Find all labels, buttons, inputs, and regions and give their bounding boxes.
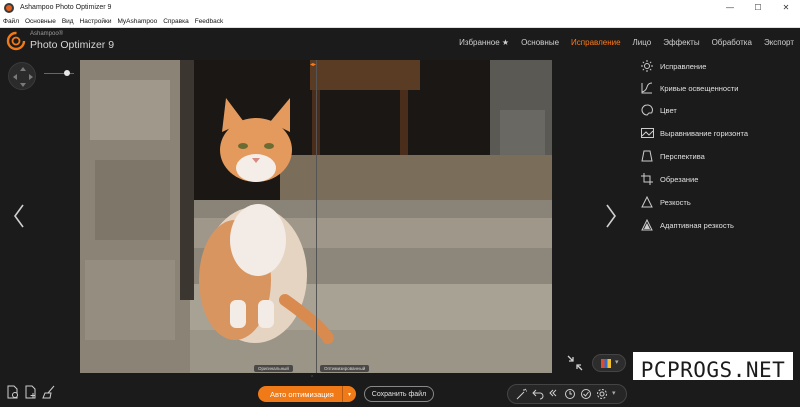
tab-face[interactable]: Лицо xyxy=(633,38,652,47)
panel-item-label: Адаптивная резкость xyxy=(660,220,734,230)
pan-navigation-pad[interactable] xyxy=(8,62,36,90)
original-label: Оригинальный xyxy=(254,365,293,372)
auto-optimize-button[interactable]: Авто оптимизация ▾ xyxy=(258,386,356,402)
previous-image-button[interactable] xyxy=(12,202,26,230)
next-image-button[interactable] xyxy=(604,202,618,230)
edit-tools-group: ▾ xyxy=(507,384,627,404)
menu-myashampoo[interactable]: MyAshampoo xyxy=(117,18,157,25)
undo-icon[interactable] xyxy=(532,388,544,400)
panel-item-label: Цвет xyxy=(660,105,677,115)
crop-icon xyxy=(638,172,656,186)
pan-arrows-icon xyxy=(13,67,33,87)
compare-divider[interactable] xyxy=(316,60,317,373)
add-file-icon[interactable] xyxy=(24,385,38,399)
brand-title: Photo Optimizer 9 xyxy=(30,39,115,51)
main-tabs: Избранное ★ Основные Исправление Лицо Эф… xyxy=(447,38,794,47)
chevron-right-icon xyxy=(606,204,616,228)
panel-item-crop[interactable]: Обрезание xyxy=(632,169,800,189)
photo-canvas[interactable]: ◂▸ Оригинальный Оптимизированный xyxy=(80,60,552,373)
menu-help[interactable]: Справка xyxy=(163,18,189,25)
perspective-icon xyxy=(638,149,656,163)
panel-item-label: Выравнивание горизонта xyxy=(660,128,749,138)
compare-mode-button[interactable]: ▾ xyxy=(592,354,626,372)
undo-all-icon[interactable] xyxy=(548,388,560,400)
brand-subtitle: Ashampoo® xyxy=(30,31,64,37)
auto-optimize-label: Авто оптимизация xyxy=(270,389,334,399)
chevron-down-icon: ▾ xyxy=(615,359,619,366)
panel-item-sharpness[interactable]: Резкость xyxy=(632,192,800,212)
panel-item-label: Резкость xyxy=(660,197,691,207)
zoom-slider-knob[interactable] xyxy=(64,70,70,76)
panel-item-horizon[interactable]: Выравнивание горизонта xyxy=(632,123,800,143)
tab-favorites[interactable]: Избранное ★ xyxy=(459,38,509,47)
history-icon[interactable] xyxy=(564,388,576,400)
tab-processing[interactable]: Обработка xyxy=(712,38,752,47)
sharpness-icon xyxy=(638,195,656,209)
gear-icon[interactable] xyxy=(596,388,608,400)
palette-icon xyxy=(638,103,656,117)
menu-view[interactable]: Вид xyxy=(62,18,74,25)
clear-broom-icon[interactable] xyxy=(42,385,56,399)
maximize-button[interactable]: ☐ xyxy=(744,0,772,15)
tab-correction[interactable]: Исправление xyxy=(571,38,621,47)
open-file-icon[interactable] xyxy=(6,385,20,399)
save-file-label: Сохранить файл xyxy=(371,390,427,398)
panel-collapse-handle[interactable]: ⌃ xyxy=(310,375,322,381)
magic-wand-icon[interactable] xyxy=(516,388,528,400)
compare-handle-icon[interactable]: ◂▸ xyxy=(310,61,316,68)
ashampoo-logo-icon xyxy=(6,31,26,51)
panel-item-label: Перспектива xyxy=(660,151,705,161)
title-bar: Ashampoo Photo Optimizer 9 — ☐ ✕ xyxy=(0,0,800,15)
compare-mode-icon xyxy=(601,359,611,368)
panel-item-perspective[interactable]: Перспектива xyxy=(632,146,800,166)
adaptive-sharpness-icon xyxy=(638,218,656,232)
curves-icon xyxy=(638,81,656,95)
panel-item-curves[interactable]: Кривые освещенности xyxy=(632,78,800,98)
menu-basic[interactable]: Основные xyxy=(25,18,56,25)
save-file-button[interactable]: Сохранить файл xyxy=(364,386,434,402)
close-button[interactable]: ✕ xyxy=(772,0,800,15)
app-icon xyxy=(4,2,14,13)
window-title: Ashampoo Photo Optimizer 9 xyxy=(20,4,112,11)
sun-icon xyxy=(638,59,656,73)
panel-item-label: Исправление xyxy=(660,61,707,71)
app-window: Ashampoo Photo Optimizer 9 — ☐ ✕ Файл Ос… xyxy=(0,0,800,407)
watermark-text: PCPROGS.NET xyxy=(640,358,786,382)
panel-item-label: Кривые освещенности xyxy=(660,83,739,93)
menu-bar: Файл Основные Вид Настройки MyAshampoo С… xyxy=(0,15,800,28)
check-icon[interactable] xyxy=(580,388,592,400)
menu-feedback[interactable]: Feedback xyxy=(195,18,224,25)
chevron-down-icon[interactable]: ▾ xyxy=(612,389,616,397)
tab-basic[interactable]: Основные xyxy=(521,38,559,47)
panel-item-correction[interactable]: Исправление xyxy=(632,56,800,76)
menu-settings[interactable]: Настройки xyxy=(80,18,112,25)
chevron-down-icon[interactable]: ▾ xyxy=(342,386,356,402)
tab-effects[interactable]: Эффекты xyxy=(663,38,699,47)
correction-panel: Исправление Кривые освещенности Цвет Выр… xyxy=(632,56,800,236)
optimized-label: Оптимизированный xyxy=(320,365,370,372)
app-header: Ashampoo® Photo Optimizer 9 Избранное ★ … xyxy=(0,28,800,56)
panel-item-label: Обрезание xyxy=(660,174,699,184)
tab-export[interactable]: Экспорт xyxy=(764,38,794,47)
panel-item-color[interactable]: Цвет xyxy=(632,100,800,120)
menu-file[interactable]: Файл xyxy=(3,18,19,25)
fit-to-screen-icon[interactable] xyxy=(566,354,584,372)
horizon-icon xyxy=(638,126,656,140)
minimize-button[interactable]: — xyxy=(716,0,744,15)
chevron-left-icon xyxy=(14,204,24,228)
panel-item-adaptive-sharpness[interactable]: Адаптивная резкость xyxy=(632,215,800,235)
